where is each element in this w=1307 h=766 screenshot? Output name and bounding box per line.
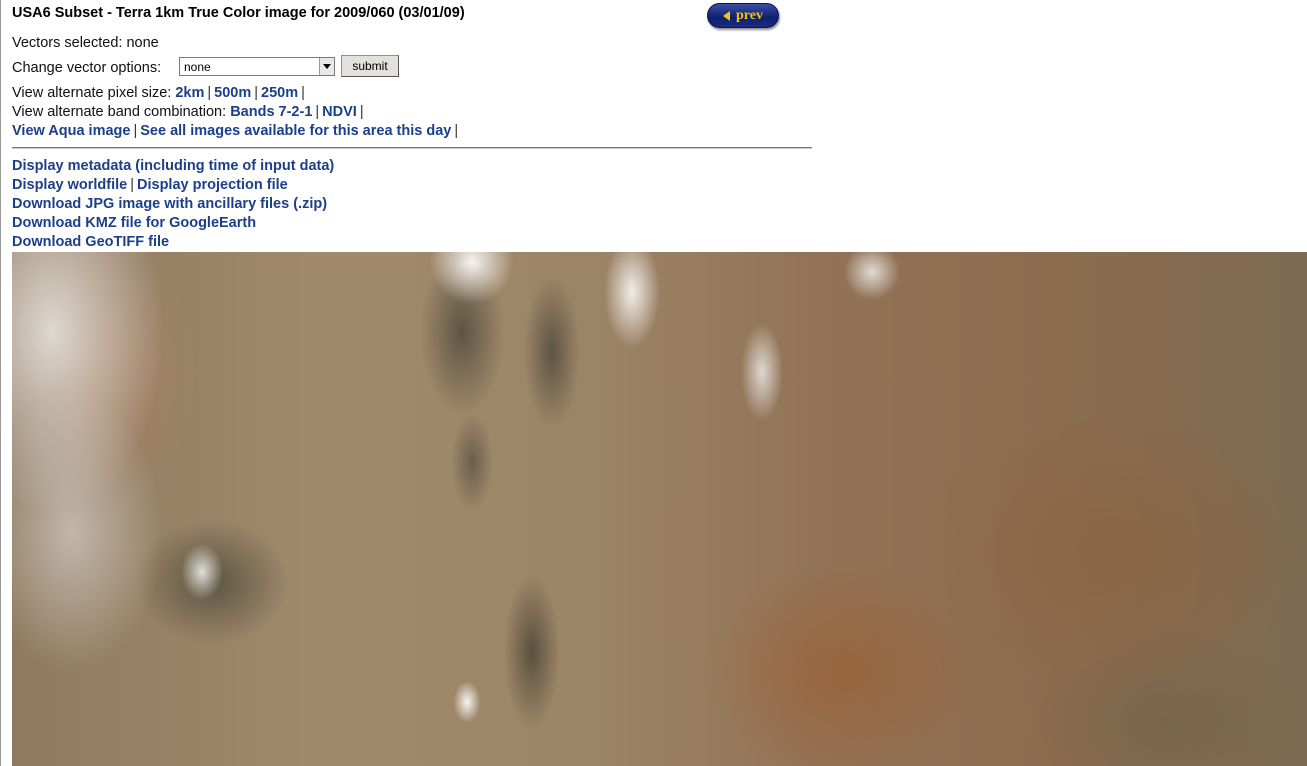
separator: | <box>301 85 305 101</box>
alt-views-row: View Aqua image | See all images available… <box>12 123 461 139</box>
pixel-size-link-2km[interactable]: 2km <box>175 85 204 101</box>
band-combo-label: View alternate band combination: <box>12 104 227 120</box>
display-worldfile-link[interactable]: Display worldfile <box>12 177 127 193</box>
prev-button-label: prev <box>736 7 763 23</box>
submit-button[interactable]: submit <box>341 55 399 77</box>
chevron-down-icon[interactable] <box>319 58 334 75</box>
separator: | <box>130 177 135 193</box>
separator: | <box>133 123 138 139</box>
download-kmz-link[interactable]: Download KMZ file for GoogleEarth <box>12 215 256 231</box>
display-projection-link[interactable]: Display projection file <box>137 177 288 193</box>
satellite-image <box>12 252 1307 766</box>
left-arrow-icon <box>723 10 731 21</box>
display-metadata-link[interactable]: Display metadata (including time of inpu… <box>12 158 334 174</box>
change-vector-label: Change vector options: <box>12 60 162 76</box>
download-geotiff-link[interactable]: Download GeoTIFF file <box>12 234 169 250</box>
band-combo-row: View alternate band combination: Bands 7… <box>12 104 367 120</box>
prev-button[interactable]: prev <box>707 3 779 28</box>
left-border <box>0 0 1 766</box>
jpg-row: Download JPG image with ancillary files … <box>12 196 327 212</box>
separator: | <box>454 123 459 139</box>
pixel-size-link-250m[interactable]: 250m <box>261 85 298 101</box>
vectors-selected-label: Vectors selected: <box>12 35 123 51</box>
geotiff-row: Download GeoTIFF file <box>12 234 169 250</box>
kmz-row: Download KMZ file for GoogleEarth <box>12 215 256 231</box>
pixel-size-link-500m[interactable]: 500m <box>214 85 251 101</box>
pixel-size-label: View alternate pixel size: <box>12 85 172 101</box>
change-vector-row: Change vector options: <box>12 60 161 76</box>
download-jpg-link[interactable]: Download JPG image with ancillary files … <box>12 196 327 212</box>
worldfile-row: Display worldfile | Display projection fil… <box>12 177 288 193</box>
vectors-selected-row: Vectors selected: none <box>12 35 159 51</box>
band-link-ndvi[interactable]: NDVI <box>322 104 357 120</box>
metadata-row: Display metadata (including time of inpu… <box>12 158 334 174</box>
divider <box>12 147 812 149</box>
view-aqua-link[interactable]: View Aqua image <box>12 123 130 139</box>
vector-options-select[interactable]: none <box>179 57 335 76</box>
vector-options-value: none <box>184 59 211 74</box>
separator: | <box>207 85 212 101</box>
band-link-7-2-1[interactable]: Bands 7-2-1 <box>230 104 312 120</box>
pixel-size-row: View alternate pixel size: 2km | 500m | 250m… <box>12 85 308 101</box>
separator: | <box>359 104 364 120</box>
vectors-selected-value: none <box>126 35 159 51</box>
page-title: USA6 Subset - Terra 1km True Color image… <box>12 5 465 21</box>
separator: | <box>254 85 259 101</box>
see-all-images-link[interactable]: See all images available for this area t… <box>140 123 451 139</box>
separator: | <box>315 104 320 120</box>
